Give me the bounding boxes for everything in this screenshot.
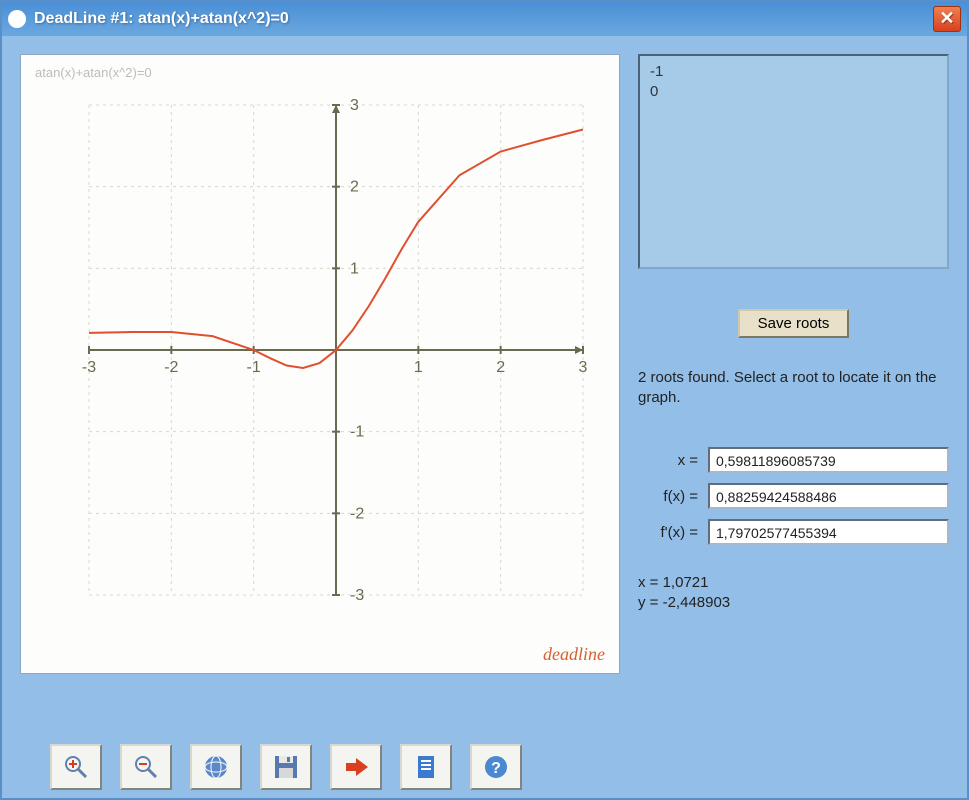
fx-label: f(x) = [638,488,698,505]
window-title: DeadLine #1: atan(x)+atan(x^2)=0 [34,10,289,28]
roots-hint-text: 2 roots found. Select a root to locate i… [638,368,949,407]
save-image-button[interactable] [260,744,312,790]
help-button[interactable]: ? [470,744,522,790]
close-icon: ✕ [939,8,954,28]
x-value-field[interactable]: 0,59811896085739 [708,447,949,473]
titlebar: DeadLine #1: atan(x)+atan(x^2)=0 ✕ [2,2,967,36]
fpx-label: f'(x) = [638,524,698,541]
svg-text:2: 2 [350,179,359,196]
close-button[interactable]: ✕ [933,6,961,32]
graph-caption: atan(x)+atan(x^2)=0 [35,65,152,80]
value-readouts: x = 0,59811896085739 f(x) = 0,8825942458… [638,447,949,555]
copy-button[interactable] [400,744,452,790]
zoom-out-button[interactable] [120,744,172,790]
recenter-button[interactable] [190,744,242,790]
svg-text:3: 3 [350,97,359,114]
help-icon: ? [482,753,510,781]
client-area: atan(x)+atan(x^2)=0 -3 -2 -1 1 2 3 -3 -2 -1 1 2 3 d… [2,36,967,798]
svg-text:-3: -3 [82,359,96,376]
roots-listbox[interactable]: -1 0 [638,54,949,269]
fpx-value-field[interactable]: 1,79702577455394 [708,519,949,545]
app-window: DeadLine #1: atan(x)+atan(x^2)=0 ✕ atan(… [0,0,969,800]
brand-watermark: deadline [543,644,605,665]
globe-icon [202,753,230,781]
floppy-icon [272,753,300,781]
svg-text:1: 1 [350,260,359,277]
arrow-right-icon [342,753,370,781]
svg-text:-3: -3 [350,587,364,604]
svg-text:1: 1 [414,359,423,376]
toolbar: ? [20,736,949,790]
function-plot: -3 -2 -1 1 2 3 -3 -2 -1 1 2 3 [39,85,603,645]
side-column: -1 0 Save roots 2 roots found. Select a … [638,54,949,726]
svg-text:2: 2 [496,359,505,376]
cursor-readout: x = 1,0721 y = -2,448903 [638,573,949,612]
cursor-y: y = -2,448903 [638,593,949,613]
app-icon [8,10,26,28]
svg-text:-1: -1 [350,424,364,441]
zoom-in-button[interactable] [50,744,102,790]
zoom-in-icon [62,753,90,781]
svg-text:-2: -2 [350,505,364,522]
graph-panel[interactable]: atan(x)+atan(x^2)=0 -3 -2 -1 1 2 3 -3 -2 -1 1 2 3 d… [20,54,620,674]
x-label: x = [638,452,698,469]
svg-text:3: 3 [579,359,588,376]
cursor-x: x = 1,0721 [638,573,949,593]
save-roots-button[interactable]: Save roots [738,309,850,338]
fx-value-field[interactable]: 0,88259424588486 [708,483,949,509]
export-button[interactable] [330,744,382,790]
svg-text:?: ? [491,760,501,777]
svg-text:-1: -1 [247,359,261,376]
zoom-out-icon [132,753,160,781]
svg-text:-2: -2 [164,359,178,376]
document-icon [412,753,440,781]
